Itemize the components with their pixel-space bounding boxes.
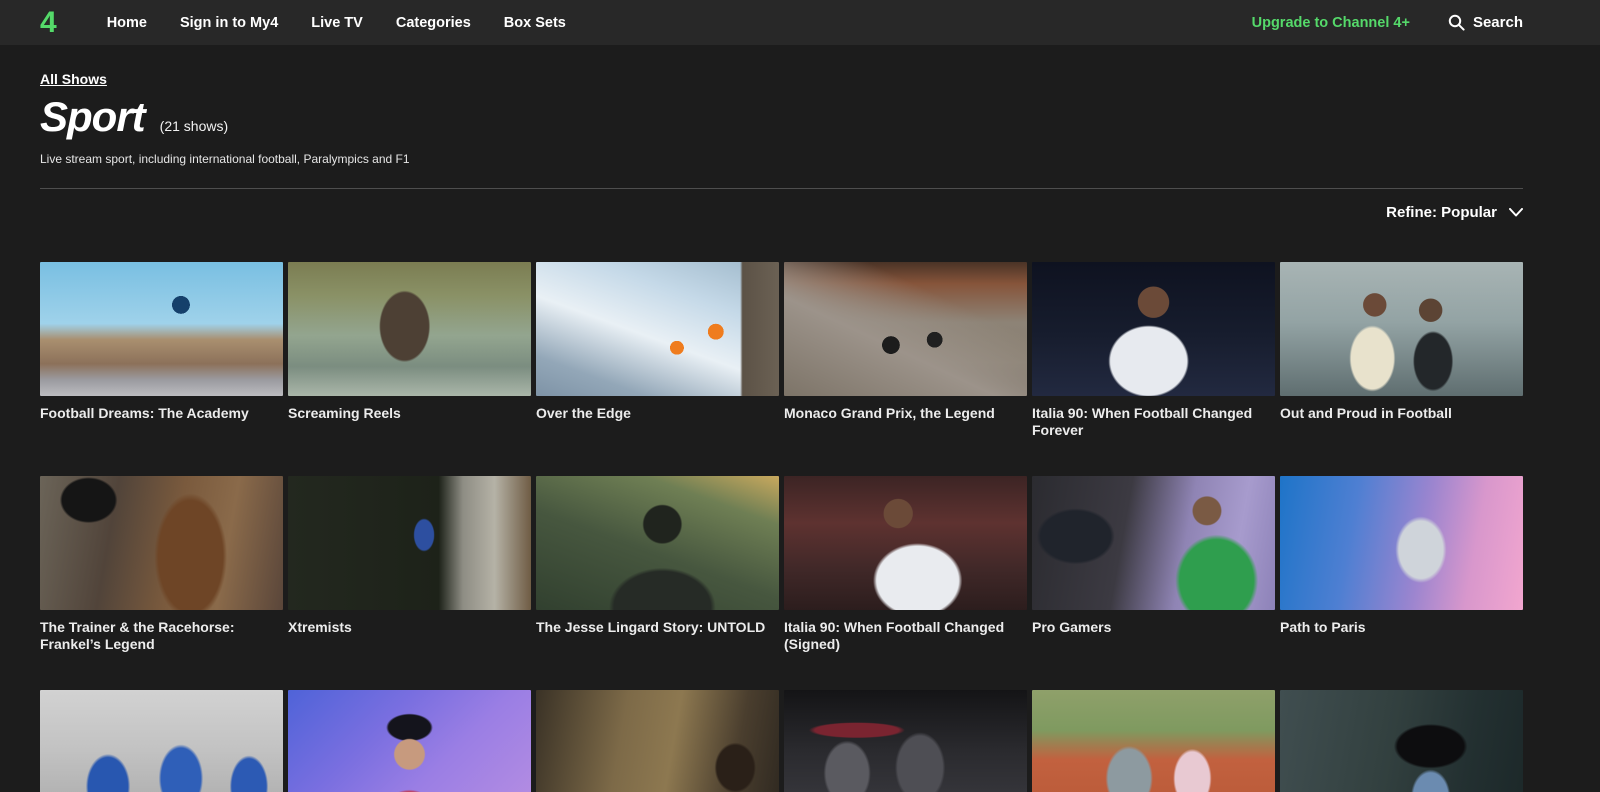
show-card-path-to-paris[interactable]: Path to Paris <box>1280 476 1523 690</box>
refine-dropdown[interactable]: Refine: Popular <box>1386 204 1523 221</box>
top-navigation-bar: 4 Home Sign in to My4 Live TV Categories… <box>0 0 1600 45</box>
show-thumbnail <box>40 476 283 610</box>
nav-item-categories[interactable]: Categories <box>396 15 471 31</box>
show-title: Pro Gamers <box>1032 619 1275 682</box>
upgrade-channel4plus-link[interactable]: Upgrade to Channel 4+ <box>1252 15 1410 31</box>
show-thumbnail <box>288 262 531 396</box>
show-card-italia-90-forever[interactable]: Italia 90: When Football Changed Forever <box>1032 262 1275 476</box>
show-title: Screaming Reels <box>288 405 531 468</box>
show-title: Xtremists <box>288 619 531 682</box>
nav-item-live-tv[interactable]: Live TV <box>311 15 363 31</box>
show-card-football-dreams[interactable]: Football Dreams: The Academy <box>40 262 283 476</box>
search-icon <box>1448 14 1465 31</box>
show-card-row3-5[interactable] <box>1032 690 1275 792</box>
show-thumbnail <box>1280 476 1523 610</box>
show-thumbnail <box>288 476 531 610</box>
show-title: Path to Paris <box>1280 619 1523 682</box>
main-content: All Shows Sport (21 shows) Live stream s… <box>40 45 1523 792</box>
search-label: Search <box>1473 14 1523 31</box>
show-thumbnail <box>536 476 779 610</box>
show-title: Football Dreams: The Academy <box>40 405 283 468</box>
header-divider <box>40 188 1523 189</box>
show-card-out-and-proud[interactable]: Out and Proud in Football <box>1280 262 1523 476</box>
show-thumbnail <box>288 690 531 792</box>
show-thumbnail <box>1280 690 1523 792</box>
show-card-row3-2[interactable] <box>288 690 531 792</box>
search-button[interactable]: Search <box>1448 14 1523 31</box>
show-thumbnail <box>1280 262 1523 396</box>
show-card-jesse-lingard[interactable]: The Jesse Lingard Story: UNTOLD <box>536 476 779 690</box>
show-card-pro-gamers[interactable]: Pro Gamers <box>1032 476 1275 690</box>
show-thumbnail <box>1032 262 1275 396</box>
show-thumbnail <box>784 262 1027 396</box>
show-thumbnail <box>40 262 283 396</box>
show-thumbnail <box>536 262 779 396</box>
refine-label: Refine: Popular <box>1386 204 1497 221</box>
breadcrumb-all-shows[interactable]: All Shows <box>40 71 107 87</box>
channel4-logo[interactable]: 4 <box>40 8 55 38</box>
show-thumbnail <box>40 690 283 792</box>
show-title: Out and Proud in Football <box>1280 405 1523 468</box>
show-card-italia-90-signed[interactable]: Italia 90: When Football Changed (Signed… <box>784 476 1027 690</box>
show-title: Over the Edge <box>536 405 779 468</box>
show-title: Italia 90: When Football Changed Forever <box>1032 405 1275 468</box>
show-thumbnail <box>536 690 779 792</box>
show-title: Italia 90: When Football Changed (Signed… <box>784 619 1027 682</box>
show-card-trainer-racehorse[interactable]: The Trainer & the Racehorse: Frankel’s L… <box>40 476 283 690</box>
show-thumbnail <box>784 476 1027 610</box>
nav-item-box-sets[interactable]: Box Sets <box>504 15 566 31</box>
show-title: The Trainer & the Racehorse: Frankel’s L… <box>40 619 283 682</box>
show-card-monaco-grand-prix[interactable]: Monaco Grand Prix, the Legend <box>784 262 1027 476</box>
shows-grid: Football Dreams: The Academy Screaming R… <box>40 262 1523 792</box>
show-title: Monaco Grand Prix, the Legend <box>784 405 1027 468</box>
category-description: Live stream sport, including internation… <box>40 152 1523 166</box>
show-count: (21 shows) <box>160 118 228 134</box>
primary-nav: Home Sign in to My4 Live TV Categories B… <box>107 15 566 31</box>
nav-item-sign-in[interactable]: Sign in to My4 <box>180 15 278 31</box>
show-card-screaming-reels[interactable]: Screaming Reels <box>288 262 531 476</box>
show-thumbnail <box>1032 476 1275 610</box>
show-title: The Jesse Lingard Story: UNTOLD <box>536 619 779 682</box>
show-card-over-the-edge[interactable]: Over the Edge <box>536 262 779 476</box>
show-card-row3-3[interactable] <box>536 690 779 792</box>
chevron-down-icon <box>1509 208 1523 217</box>
show-card-row3-1[interactable] <box>40 690 283 792</box>
show-card-xtremists[interactable]: Xtremists <box>288 476 531 690</box>
page-title: Sport <box>40 95 145 139</box>
show-card-row3-6[interactable] <box>1280 690 1523 792</box>
show-thumbnail <box>784 690 1027 792</box>
nav-item-home[interactable]: Home <box>107 15 147 31</box>
show-card-row3-4[interactable] <box>784 690 1027 792</box>
show-thumbnail <box>1032 690 1275 792</box>
